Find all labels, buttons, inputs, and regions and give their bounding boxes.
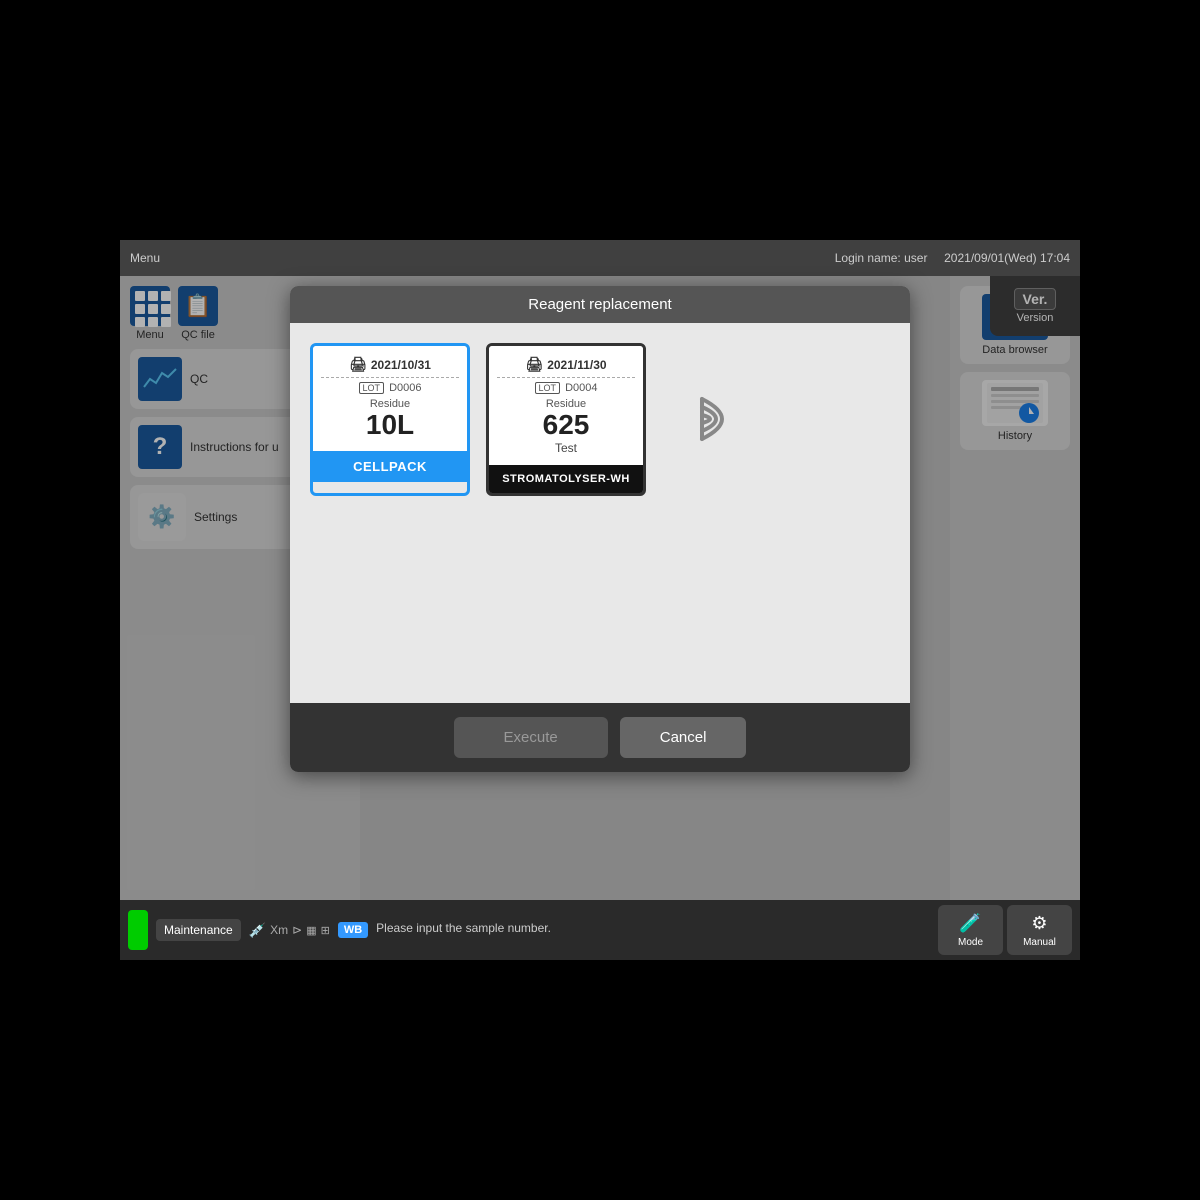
stromatolyser-date: 🖨 2021/11/30 (497, 356, 635, 373)
pipe-icon: ⊳ (292, 923, 302, 937)
mode-label: Mode (958, 937, 983, 948)
reagent-replacement-modal: Reagent replacement 🖨 2021/10/31 LOT D (290, 286, 910, 772)
datetime: Login name: user 2021/09/01(Wed) 17:04 (835, 251, 1070, 265)
wb-badge: WB (338, 922, 368, 938)
top-bar: Menu Login name: user 2021/09/01(Wed) 17… (120, 240, 1080, 276)
modal-footer: Execute Cancel (290, 703, 910, 772)
grid3-icon: ⊞ (321, 924, 330, 937)
stromatolyser-name: STROMATOLYSER-WH (489, 465, 643, 493)
reagent-card-cellpack[interactable]: 🖨 2021/10/31 LOT D0006 Residue 10L CELLP… (310, 343, 470, 496)
bottom-right-buttons: 🧪 Mode ⚙ Manual (938, 905, 1072, 955)
cancel-button[interactable]: Cancel (620, 717, 747, 758)
cellpack-date: 🖨 2021/10/31 (321, 356, 459, 373)
xm-icon: Xm (270, 923, 288, 937)
status-bar: Maintenance 💉 Xm ⊳ ▦ ⊞ WB Please input t… (120, 900, 1080, 960)
manual-label: Manual (1023, 937, 1056, 948)
reagent-card-stromatolyser[interactable]: 🖨 2021/11/30 LOT D0004 Residue 625 Test (486, 343, 646, 496)
cellpack-card-top: 🖨 2021/10/31 LOT D0006 Residue 10L (313, 346, 467, 451)
execute-button[interactable]: Execute (454, 717, 608, 758)
mode-icon: 🧪 (959, 913, 981, 934)
grid2-icon: ▦ (306, 924, 316, 937)
status-icons: 💉 Xm ⊳ ▦ ⊞ (249, 922, 330, 939)
main-screen: Menu Login name: user 2021/09/01(Wed) 17… (120, 240, 1080, 960)
stromatolyser-lot: LOT D0004 (497, 377, 635, 394)
status-indicator (128, 910, 148, 950)
syringe-icon: 💉 (249, 922, 266, 939)
stromatolyser-residue-value: 625 (497, 410, 635, 441)
status-message-area: Please input the sample number. (376, 921, 930, 939)
manual-icon: ⚙ (1031, 913, 1047, 934)
reagent-cards: 🖨 2021/10/31 LOT D0006 Residue 10L CELLP… (310, 343, 890, 496)
menu-label: Menu (130, 251, 160, 265)
modal-overlay: Reagent replacement 🖨 2021/10/31 LOT D (120, 276, 1080, 900)
status-message: Please input the sample number. (376, 921, 930, 935)
mode-button[interactable]: 🧪 Mode (938, 905, 1003, 955)
stromatolyser-unit: Test (497, 441, 635, 455)
manual-button[interactable]: ⚙ Manual (1007, 905, 1072, 955)
cellpack-lot: LOT D0006 (321, 377, 459, 394)
nfc-icon (672, 389, 732, 449)
stromatolyser-card-top: 🖨 2021/11/30 LOT D0004 Residue 625 Test (489, 346, 643, 465)
modal-body: 🖨 2021/10/31 LOT D0006 Residue 10L CELLP… (290, 323, 910, 703)
cellpack-residue-value: 10L (321, 410, 459, 441)
cellpack-name: CELLPACK (313, 451, 467, 482)
nfc-area (662, 343, 742, 496)
maintenance-label: Maintenance (156, 919, 241, 941)
modal-title: Reagent replacement (290, 286, 910, 323)
